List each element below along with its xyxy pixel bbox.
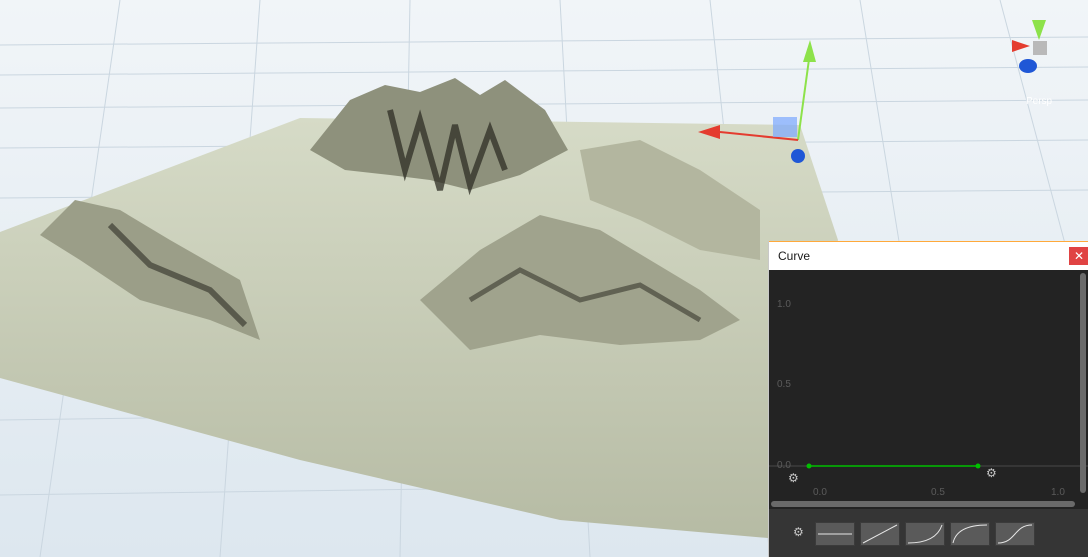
curve-titlebar[interactable]: Curve ✕	[769, 241, 1088, 270]
curve-graph[interactable]: 1.0 0.5 0.0 0.0 0.5 1.0 ⚙ ⚙	[769, 270, 1088, 509]
close-icon[interactable]: ✕	[1069, 247, 1088, 265]
curve-key-end[interactable]	[975, 463, 981, 469]
curve-window[interactable]: Curve ✕ 1.0 0.5 0.0 0.0 0.5 1.0 ⚙ ⚙ ⚙	[768, 241, 1088, 557]
ease-out-preset-icon[interactable]	[905, 522, 945, 546]
persp-label[interactable]: Persp	[1026, 96, 1052, 107]
curve-window-title: Curve	[778, 249, 811, 263]
horizontal-scrollbar[interactable]	[771, 501, 1075, 507]
linear-preset-icon[interactable]	[815, 522, 855, 546]
x-tick-label: 1.0	[1051, 487, 1065, 498]
ease-out-strong-preset-icon[interactable]	[950, 522, 990, 546]
y-tick-label: 1.0	[777, 299, 791, 310]
vertical-scrollbar[interactable]	[1080, 273, 1086, 493]
gear-icon[interactable]: ⚙	[986, 466, 997, 480]
curve-plot[interactable]	[769, 270, 1088, 509]
ease-in-preset-icon[interactable]	[860, 522, 900, 546]
x-tick-label: 0.5	[931, 487, 945, 498]
gear-icon[interactable]: ⚙	[788, 471, 799, 485]
x-tick-label: 0.0	[813, 487, 827, 498]
y-tick-label: 0.5	[777, 379, 791, 390]
curve-presets-bar: ⚙	[769, 509, 1088, 557]
gear-icon[interactable]: ⚙	[793, 525, 804, 539]
curve-key-start[interactable]	[806, 463, 812, 469]
y-tick-label: 0.0	[777, 460, 791, 471]
ease-in-out-preset-icon[interactable]	[995, 522, 1035, 546]
